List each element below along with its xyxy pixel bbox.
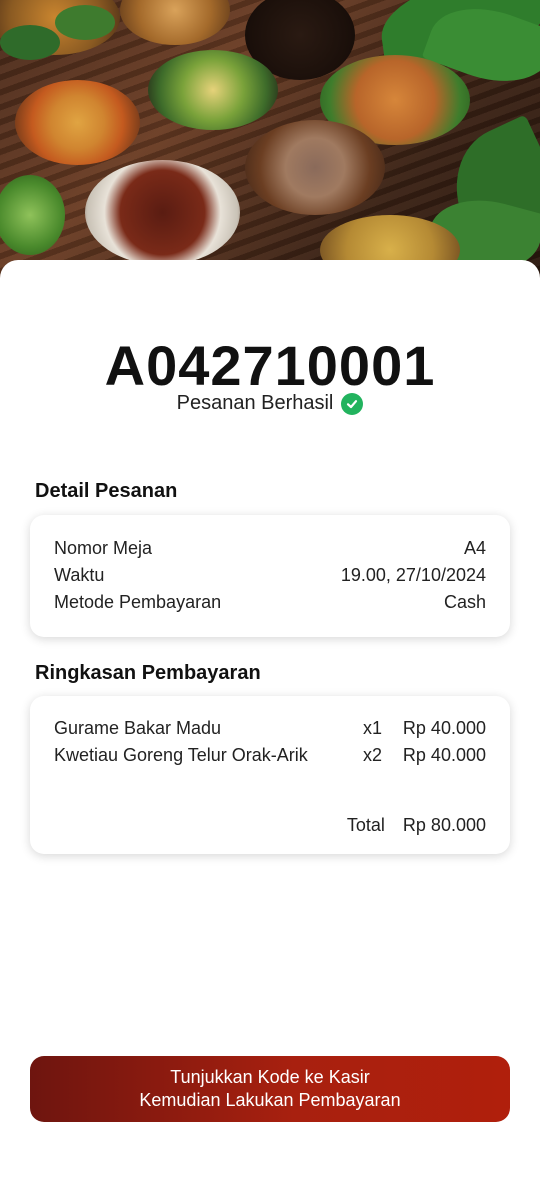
cta-line-1: Tunjukkan Kode ke Kasir [170,1067,370,1087]
order-status-label: Pesanan Berhasil [176,392,334,414]
list-item: Kwetiau Goreng Telur Orak-Arik x2 Rp 40.… [54,742,486,769]
detail-row-payment-method: Metode Pembayaran Cash [54,589,486,616]
detail-value: A4 [463,538,486,558]
summary-card: Gurame Bakar Madu x1 Rp 40.000 Kwetiau G… [30,696,510,854]
detail-label: Nomor Meja [54,538,153,558]
total-row: Total Rp 80.000 [54,815,486,836]
item-price: Rp 40.000 [402,745,486,765]
item-qty: x2 [362,745,382,765]
detail-row-table: Nomor Meja A4 [54,535,486,562]
detail-value: 19.00, 27/10/2024 [340,565,486,585]
list-item: Gurame Bakar Madu x1 Rp 40.000 [54,715,486,742]
item-qty: x1 [362,718,382,738]
item-name: Kwetiau Goreng Telur Orak-Arik [54,745,308,765]
show-code-to-cashier-button[interactable]: Tunjukkan Kode ke Kasir Kemudian Lakukan… [30,1056,510,1122]
detail-card: Nomor Meja A4 Waktu 19.00, 27/10/2024 Me… [30,515,510,637]
order-status: Pesanan Berhasil [0,392,540,415]
order-code: A042710001 [104,334,436,397]
detail-label: Metode Pembayaran [54,592,222,612]
total-label: Total [346,815,385,835]
item-name: Gurame Bakar Madu [54,718,222,738]
cta-line-2: Kemudian Lakukan Pembayaran [139,1090,401,1110]
item-price: Rp 40.000 [402,718,486,738]
total-value: Rp 80.000 [402,815,486,835]
detail-label: Waktu [54,565,105,585]
detail-section-title: Detail Pesanan [35,480,178,502]
detail-value: Cash [443,592,486,612]
summary-section-title: Ringkasan Pembayaran [35,662,261,684]
hero-food-image [0,0,540,290]
check-circle-icon [341,392,364,415]
detail-row-time: Waktu 19.00, 27/10/2024 [54,562,486,589]
